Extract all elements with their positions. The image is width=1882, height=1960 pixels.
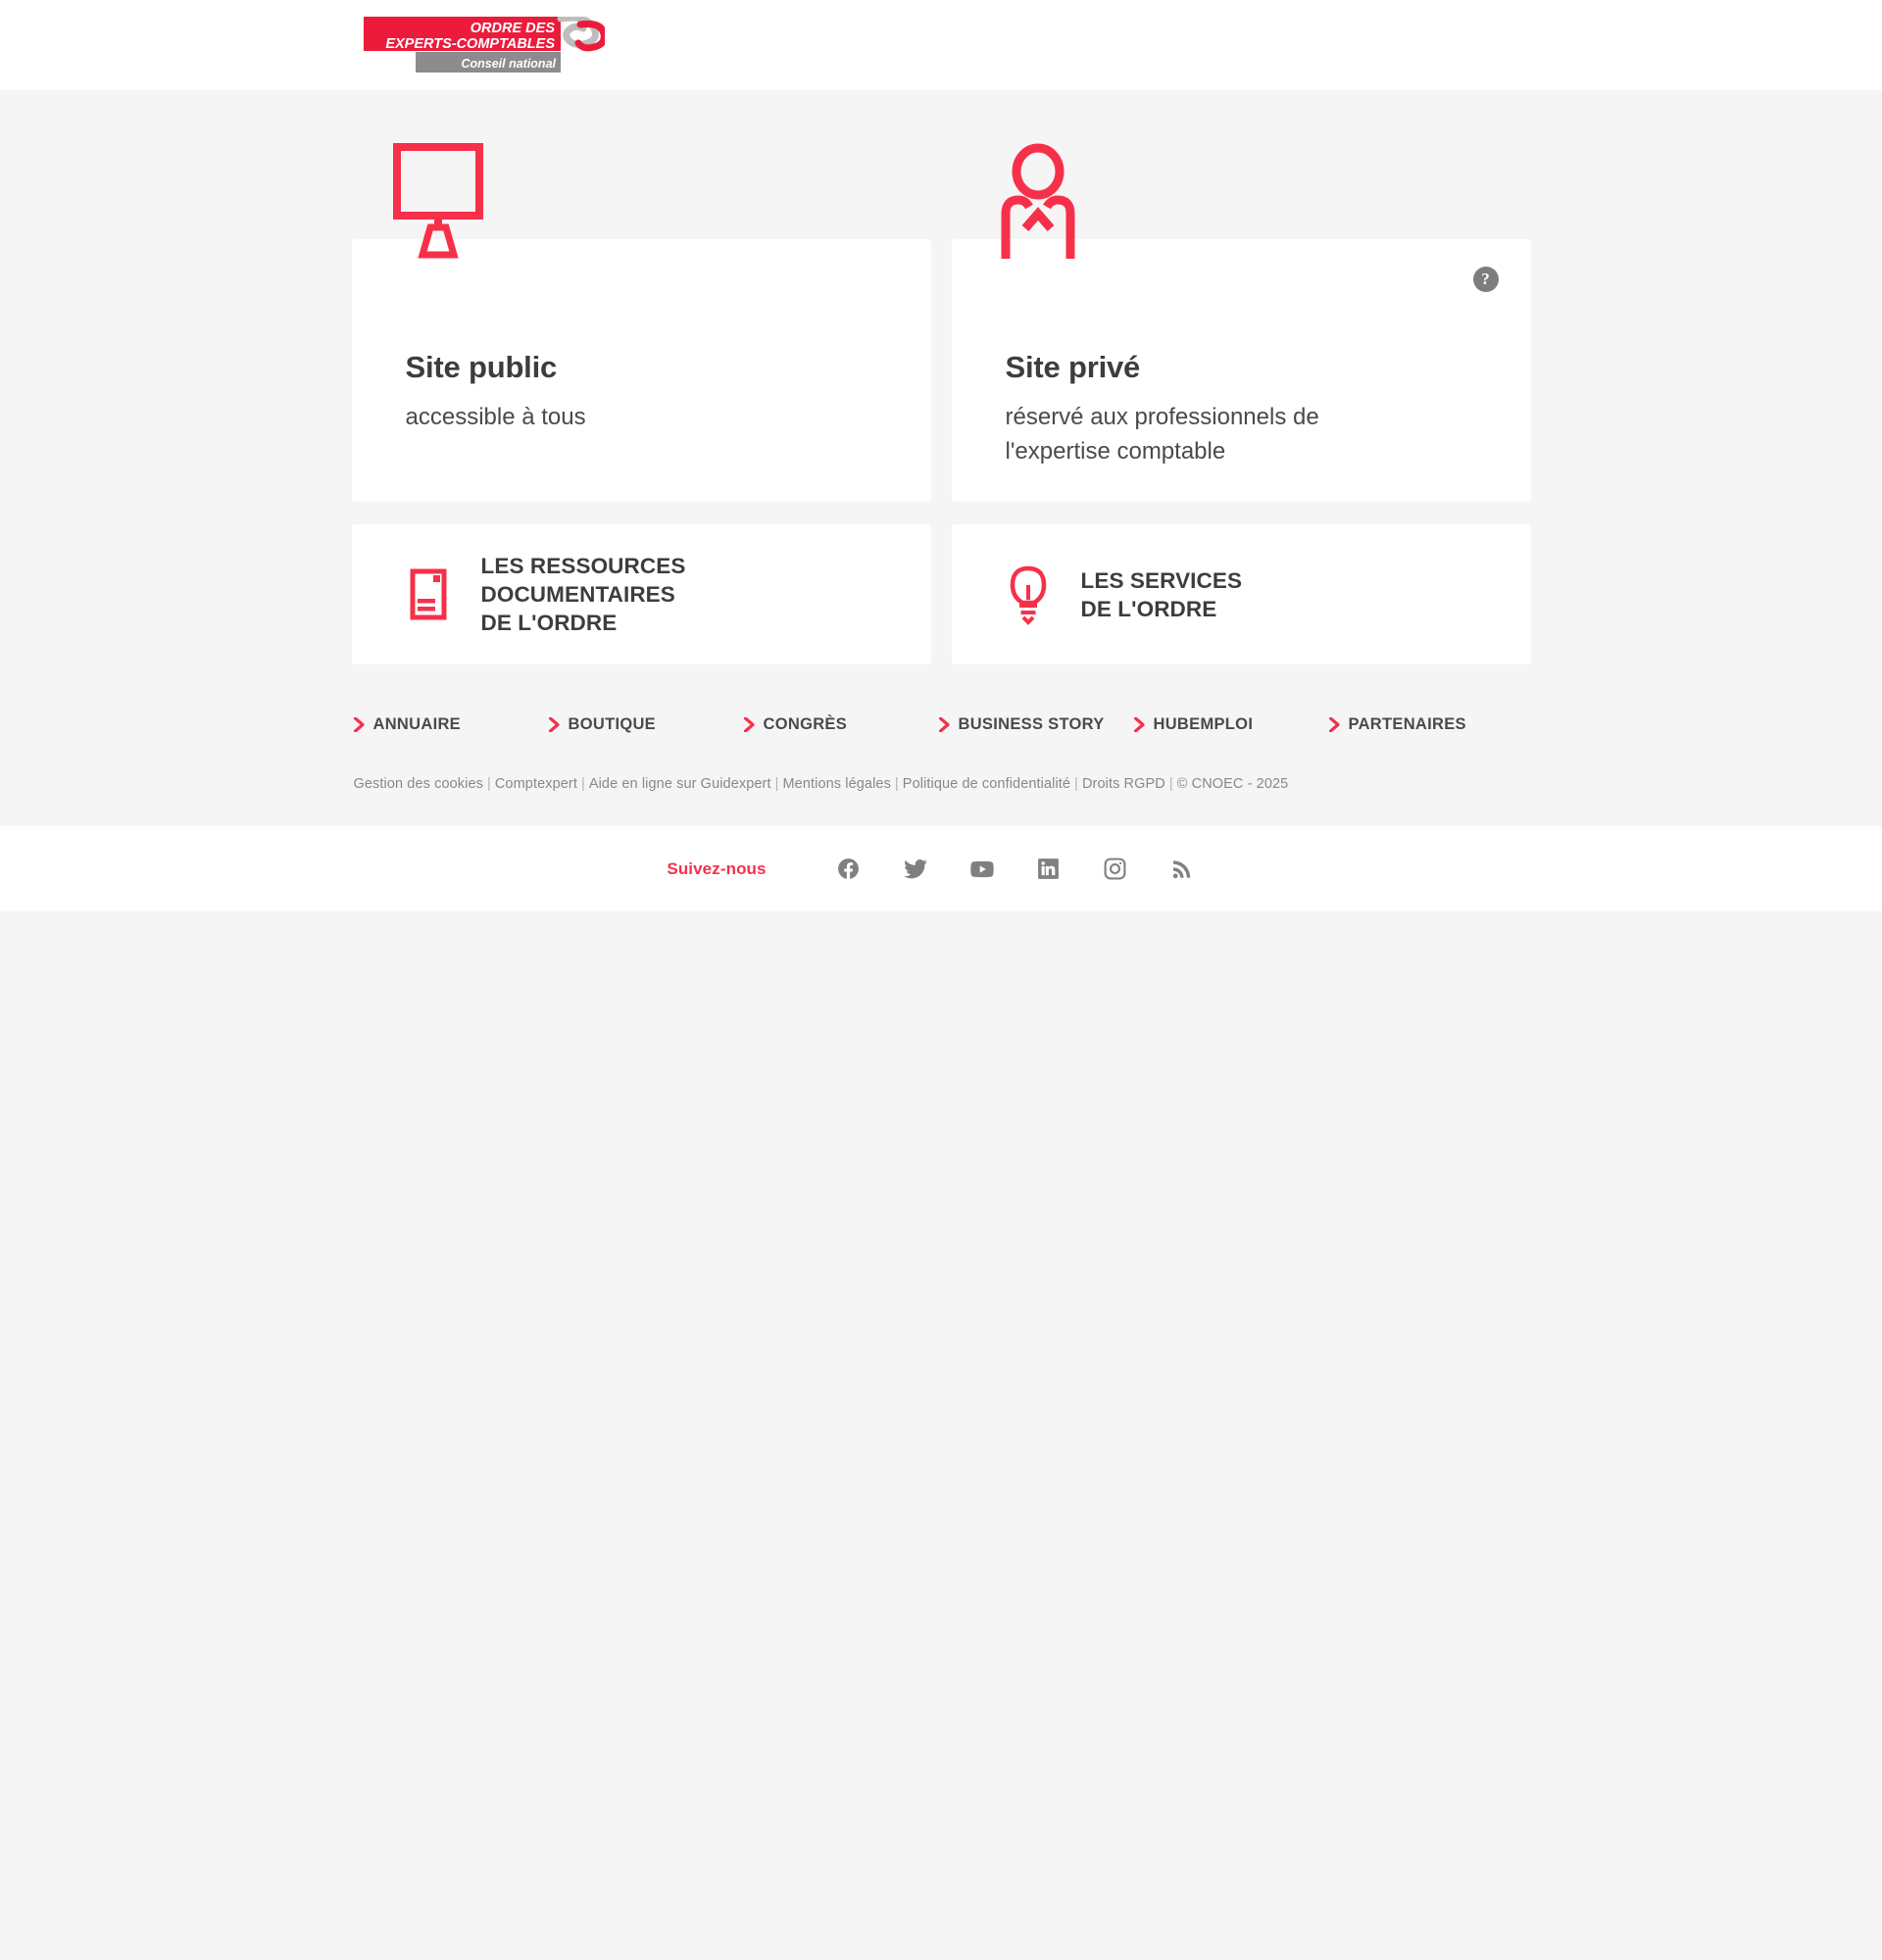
- youtube-icon[interactable]: [949, 856, 1015, 883]
- quick-link-annuaire[interactable]: ANNUAIRE: [353, 715, 549, 734]
- primary-cards-row: Site public accessible à tous ? Site pri…: [351, 90, 1531, 502]
- main-content: Site public accessible à tous ? Site pri…: [0, 90, 1882, 792]
- quick-link-boutique[interactable]: BOUTIQUE: [548, 715, 744, 734]
- site-prive-subtitle: réservé aux professionnels de l'expertis…: [1005, 404, 1319, 465]
- chevron-right-icon: [1133, 717, 1145, 732]
- page-bottom-fill: [0, 911, 1882, 1960]
- quick-links-row: ANNUAIRE BOUTIQUE CONGRÈS BUSINESS STORY…: [352, 715, 1531, 734]
- secondary-cards-row: LES RESSOURCES DOCUMENTAIRES DE L'ORDRE …: [351, 524, 1531, 664]
- services-ordre-card[interactable]: LES SERVICES DE L'ORDRE: [951, 524, 1531, 664]
- ressources-documentaires-label: LES RESSOURCES DOCUMENTAIRES DE L'ORDRE: [480, 554, 686, 635]
- quick-link-label: ANNUAIRE: [372, 715, 461, 733]
- document-icon: [406, 567, 451, 621]
- twitter-icon[interactable]: [882, 857, 949, 882]
- quick-link-congres[interactable]: CONGRÈS: [743, 715, 939, 734]
- quick-link-business-story[interactable]: BUSINESS STORY: [938, 715, 1134, 734]
- chevron-right-icon: [1328, 717, 1340, 732]
- ordre-des-experts-comptables-logo[interactable]: ORDRE DES EXPERTS-COMPTABLES Conseil nat…: [364, 17, 605, 74]
- ressources-documentaires-card[interactable]: LES RESSOURCES DOCUMENTAIRES DE L'ORDRE: [351, 524, 931, 664]
- social-footer-bar: Suivez-nous: [0, 826, 1882, 911]
- linkedin-icon[interactable]: [1015, 857, 1082, 881]
- page-root: ORDRE DES EXPERTS-COMPTABLES Conseil nat…: [0, 0, 1882, 1960]
- site-header: ORDRE DES EXPERTS-COMPTABLES Conseil nat…: [0, 0, 1882, 90]
- copyright-text: © CNOEC - 2025: [1176, 776, 1289, 792]
- legal-link-aide-guidexpert[interactable]: Aide en ligne sur Guidexpert: [589, 776, 771, 792]
- logo-line3: Conseil national: [461, 57, 556, 71]
- site-prive-title: Site privé: [1005, 350, 1141, 384]
- legal-link-comptexpert[interactable]: Comptexpert: [495, 776, 577, 792]
- quick-link-label: BUSINESS STORY: [958, 715, 1105, 733]
- chevron-right-icon: [938, 717, 950, 732]
- quick-link-label: HUBEMPLOI: [1153, 715, 1254, 733]
- logo-line2: EXPERTS-COMPTABLES: [385, 36, 555, 52]
- legal-separator: |: [486, 776, 491, 792]
- logo-line1: ORDRE DES: [470, 21, 556, 36]
- person-user-icon: [1001, 143, 1074, 259]
- logo-ec-monogram: [557, 17, 605, 52]
- rss-icon[interactable]: [1149, 858, 1215, 881]
- help-icon[interactable]: ?: [1472, 267, 1499, 292]
- chevron-right-icon: [353, 717, 365, 732]
- quick-link-partenaires[interactable]: PARTENAIRES: [1328, 715, 1524, 734]
- legal-separator: |: [1168, 776, 1173, 792]
- services-ordre-label: LES SERVICES DE L'ORDRE: [1080, 567, 1243, 621]
- site-public-title: Site public: [405, 350, 558, 384]
- facebook-icon[interactable]: [816, 857, 882, 881]
- chevron-right-icon: [548, 717, 560, 732]
- quick-link-label: BOUTIQUE: [568, 715, 656, 733]
- legal-link-mentions-legales[interactable]: Mentions légales: [783, 776, 891, 792]
- legal-link-gestion-cookies[interactable]: Gestion des cookies: [354, 776, 483, 792]
- site-public-card[interactable]: Site public accessible à tous: [351, 143, 931, 502]
- legal-separator: |: [894, 776, 899, 792]
- legal-separator: |: [774, 776, 779, 792]
- quick-link-hubemploi[interactable]: HUBEMPLOI: [1133, 715, 1329, 734]
- legal-separator: |: [580, 776, 585, 792]
- chevron-right-icon: [743, 717, 755, 732]
- site-public-subtitle: accessible à tous: [405, 404, 586, 430]
- legal-link-droits-rgpd[interactable]: Droits RGPD: [1082, 776, 1165, 792]
- follow-us-label: Suivez-nous: [667, 858, 767, 878]
- legal-links: Gestion des cookies | Comptexpert | Aide en …: [352, 776, 1531, 792]
- legal-separator: |: [1074, 776, 1078, 792]
- desktop-monitor-icon: [392, 143, 483, 259]
- legal-link-politique-confidentialite[interactable]: Politique de confidentialité: [903, 776, 1070, 792]
- quick-link-label: CONGRÈS: [763, 715, 848, 733]
- quick-link-label: PARTENAIRES: [1348, 715, 1466, 733]
- lightbulb-icon: [1006, 564, 1051, 625]
- instagram-icon[interactable]: [1082, 857, 1149, 881]
- site-prive-card[interactable]: ? Site privé réservé aux professionnels …: [951, 143, 1531, 502]
